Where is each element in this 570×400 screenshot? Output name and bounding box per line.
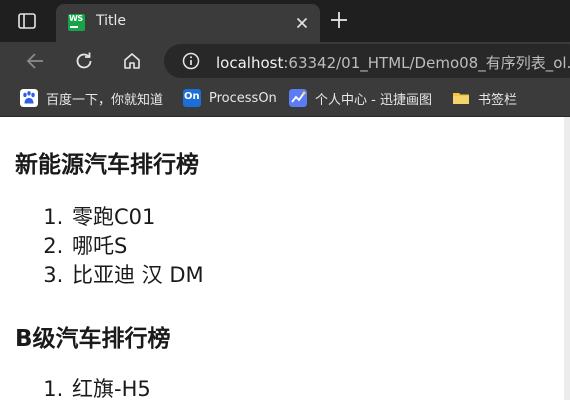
- bookmark-label: 百度一下，你就知道: [46, 92, 164, 108]
- info-icon[interactable]: [182, 52, 200, 70]
- list-item: 比亚迪 汉 DM: [70, 261, 204, 290]
- bookmarks-bar: 百度一下，你就知道 On ProcessOn 个人中心 - 迅捷画图 书签栏: [0, 80, 570, 117]
- folder-icon: [453, 93, 469, 104]
- url-path: :63342/01_HTML/Demo08_有序列表_ol.ht: [283, 54, 570, 72]
- reload-icon: [76, 52, 92, 69]
- home-icon: [124, 53, 140, 69]
- url-host: localhost: [216, 54, 284, 72]
- bookmark-label: 个人中心 - 迅捷画图: [315, 92, 432, 108]
- active-tab[interactable]: WS Title: [56, 4, 320, 42]
- home-button[interactable]: [121, 50, 143, 72]
- close-icon[interactable]: [294, 15, 310, 31]
- bookmark-folder[interactable]: 书签栏: [452, 88, 517, 108]
- bookmark-xunjie[interactable]: 个人中心 - 迅捷画图: [289, 88, 432, 108]
- tab-actions-icon: [18, 13, 36, 29]
- tab-actions-button[interactable]: [12, 8, 42, 34]
- ordered-list: 零跑C01 哪吒S 比亚迪 汉 DM: [0, 203, 204, 290]
- tab-strip: WS Title: [0, 0, 570, 42]
- bookmark-baidu[interactable]: 百度一下，你就知道: [20, 88, 163, 108]
- page-content: 新能源汽车排行榜 零跑C01 哪吒S 比亚迪 汉 DM B级汽车排行榜 红旗-H…: [0, 117, 570, 400]
- toolbar: localhost:63342/01_HTML/Demo08_有序列表_ol.h…: [0, 42, 570, 80]
- section-heading: 新能源汽车排行榜: [15, 152, 199, 178]
- url-text[interactable]: localhost:63342/01_HTML/Demo08_有序列表_ol.h…: [216, 52, 570, 73]
- scrollbar[interactable]: [564, 117, 570, 400]
- bookmark-processon[interactable]: On ProcessOn: [183, 88, 277, 108]
- back-arrow-icon: [26, 53, 43, 69]
- address-bar[interactable]: localhost:63342/01_HTML/Demo08_有序列表_ol.h…: [164, 44, 570, 78]
- webstorm-icon: WS: [68, 14, 85, 31]
- bookmark-label: 书签栏: [478, 92, 518, 108]
- bookmark-label: ProcessOn: [209, 90, 277, 106]
- list-item: 哪吒S: [70, 232, 204, 261]
- browser-window: WS Title localhost:63342/01_HTML/Demo08_…: [0, 0, 570, 400]
- processon-icon: On: [183, 89, 201, 107]
- back-button[interactable]: [24, 50, 46, 72]
- list-item: 红旗-H5: [70, 375, 151, 400]
- xunjie-icon: [289, 89, 307, 107]
- reload-button[interactable]: [73, 50, 95, 72]
- list-item: 零跑C01: [70, 203, 204, 232]
- new-tab-icon[interactable]: [330, 11, 348, 29]
- tab-title: Title: [96, 13, 127, 29]
- section-heading: B级汽车排行榜: [15, 326, 171, 352]
- baidu-icon: [20, 89, 38, 107]
- ordered-list: 红旗-H5: [0, 375, 151, 400]
